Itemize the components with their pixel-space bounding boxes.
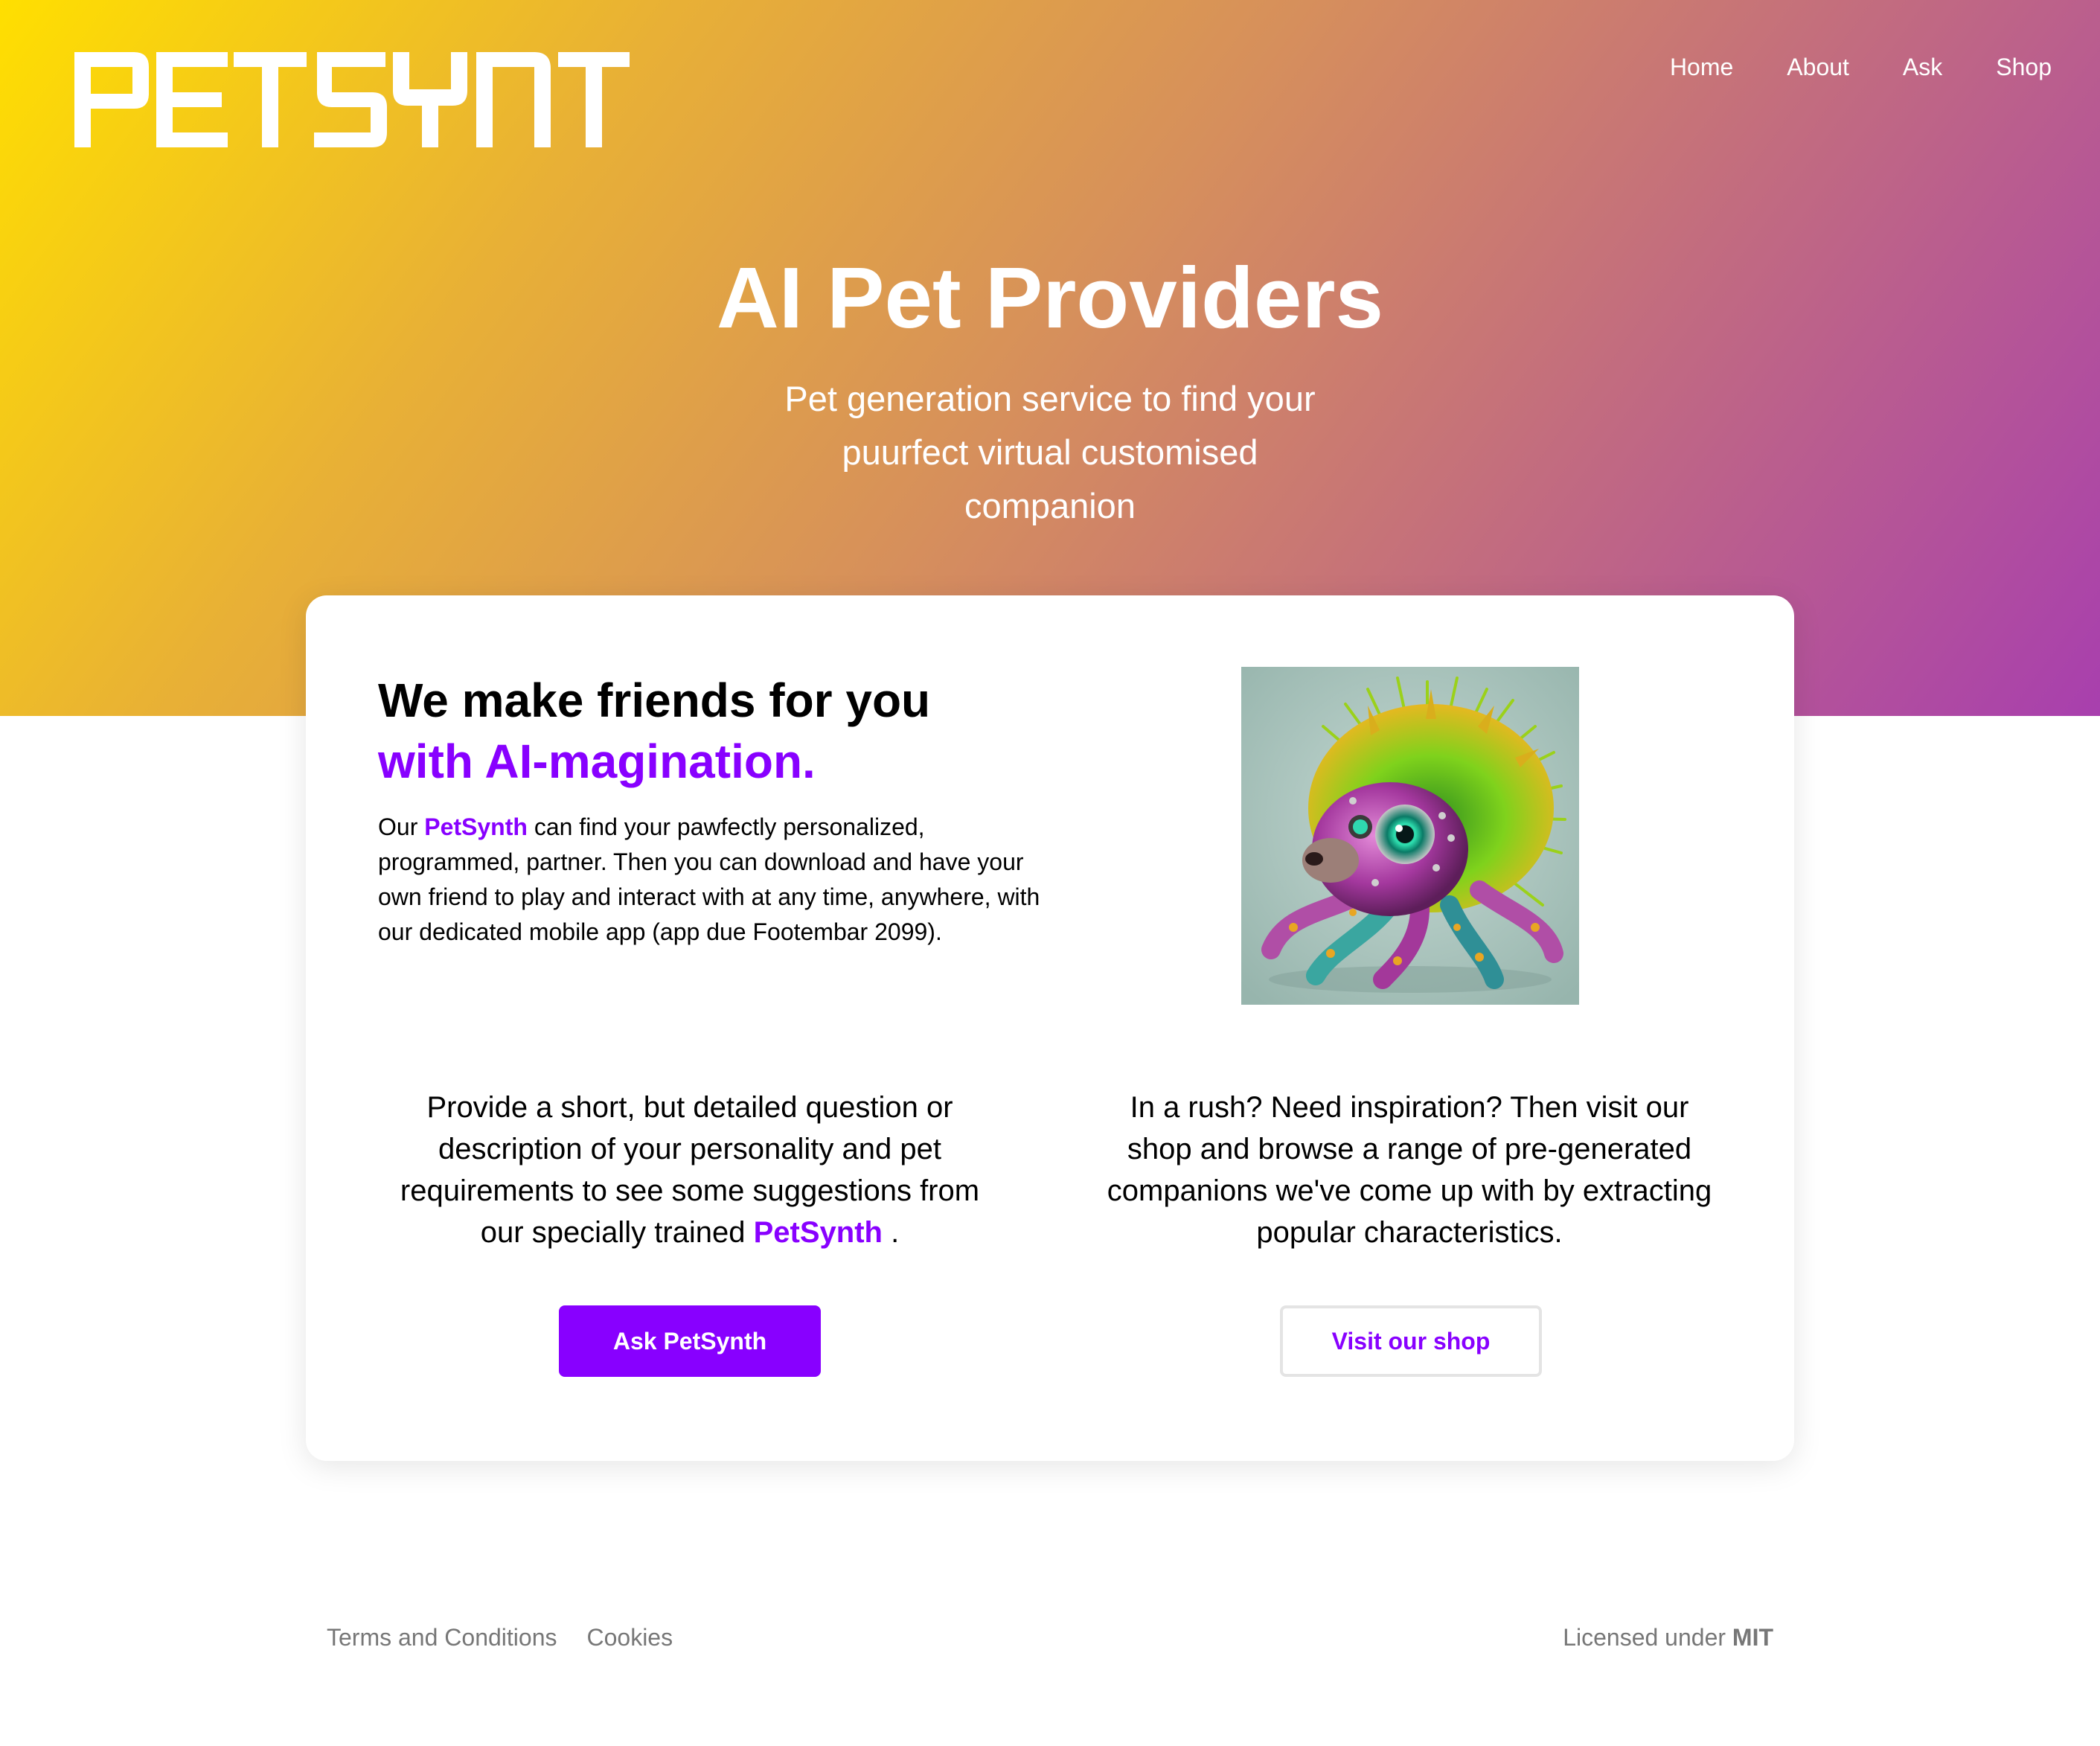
ask-petsynth-button[interactable]: Ask PetSynth [559, 1305, 821, 1377]
nav-shop[interactable]: Shop [1996, 49, 2052, 85]
hero-title: AI Pet Providers [716, 249, 1384, 346]
visit-shop-button[interactable]: Visit our shop [1280, 1305, 1542, 1377]
intro-text-start: Our [378, 813, 425, 840]
ask-description: Provide a short, but detailed question o… [377, 1087, 1002, 1253]
nav-ask[interactable]: Ask [1903, 49, 1942, 85]
main-nav: Home About Ask Shop [1670, 49, 2052, 85]
cookies-link[interactable]: Cookies [586, 1619, 673, 1655]
pet-illustration [1241, 667, 1579, 1005]
license-link[interactable]: MIT [1732, 1624, 1773, 1651]
license-prefix: Licensed under [1563, 1624, 1732, 1651]
intro-heading: We make friends for you with AI-maginati… [378, 670, 930, 792]
brand-name: PetSynth [424, 813, 528, 840]
intro-text: Our PetSynth can find your pawfectly per… [378, 810, 1048, 950]
nav-home[interactable]: Home [1670, 49, 1733, 85]
logo-wordmark [74, 52, 630, 147]
brand-name-ask: PetSynth [753, 1216, 883, 1249]
hero-subtitle: Pet generation service to find your puur… [784, 379, 1316, 525]
intro-card: We make friends for you with AI-maginati… [306, 595, 1794, 1461]
intro-heading-line1: We make friends for you [378, 674, 931, 727]
pet-image [1241, 667, 1579, 1005]
footer-links: Terms and Conditions Cookies [327, 1619, 673, 1655]
shop-description: In a rush? Need inspiration? Then visit … [1107, 1091, 1712, 1249]
license-notice: Licensed under MIT [1563, 1619, 1773, 1655]
nav-about[interactable]: About [1787, 49, 1849, 85]
terms-link[interactable]: Terms and Conditions [327, 1619, 557, 1655]
intro-heading-line2: with AI-magination. [378, 735, 816, 788]
ask-text-end: . [882, 1216, 900, 1249]
